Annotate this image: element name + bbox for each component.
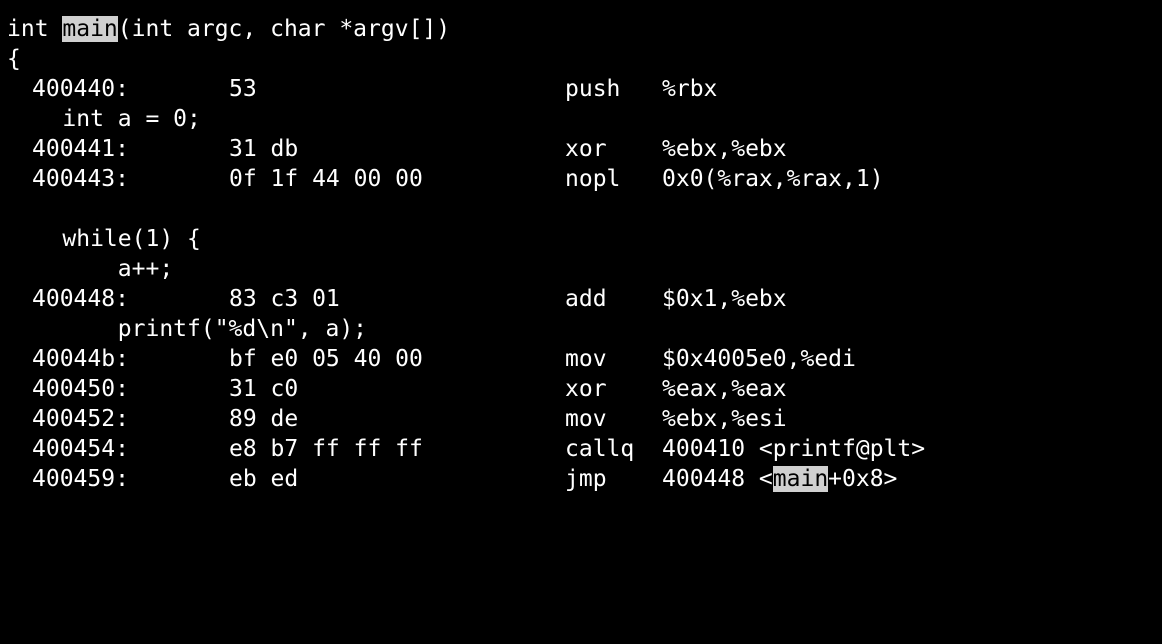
asm-mnemonic: mov — [565, 406, 607, 432]
signature-prefix: int — [7, 16, 63, 42]
asm-mnemonic: nopl — [565, 166, 621, 192]
asm-address: 400452: — [32, 406, 129, 432]
source-line-open-brace: { — [7, 46, 21, 72]
asm-line: 400454: e8 b7 ff ff ff callq 400410 <pri… — [0, 434, 1162, 464]
asm-operands: 400448 <main+0x8> — [662, 464, 897, 494]
signature-params: (int argc, char *argv[]) — [117, 16, 451, 42]
asm-operand-suffix: +0x8> — [828, 466, 898, 492]
asm-operands: $0x1,%ebx — [662, 286, 787, 312]
terminal-window[interactable]: int main(int argc, char *argv[]) { 40044… — [0, 0, 1162, 512]
asm-bytes: 31 db — [229, 136, 299, 162]
asm-operands: %ebx,%esi — [662, 406, 787, 432]
asm-address: 400448: — [32, 286, 129, 312]
asm-line: 400452: 89 de mov %ebx,%esi — [0, 404, 1162, 434]
asm-bytes: e8 b7 ff ff ff — [229, 436, 423, 462]
asm-operands: $0x4005e0,%edi — [662, 346, 856, 372]
asm-line: 400441: 31 db xor %ebx,%ebx — [0, 134, 1162, 164]
asm-operands: %ebx,%ebx — [662, 136, 787, 162]
asm-address: 400440: — [32, 76, 129, 102]
asm-mnemonic: add — [565, 286, 607, 312]
source-line-while: while(1) { — [7, 226, 201, 252]
search-highlight-main: main — [62, 16, 118, 42]
asm-mnemonic: push — [565, 76, 621, 102]
source-line-printf: printf("%d\n", a); — [7, 316, 368, 342]
asm-bytes: 0f 1f 44 00 00 — [229, 166, 423, 192]
asm-line: 400459: eb ed jmp 400448 <main+0x8> — [0, 464, 1162, 494]
asm-line: 400443: 0f 1f 44 00 00 nopl 0x0(%rax,%ra… — [0, 164, 1162, 194]
asm-address: 400441: — [32, 136, 129, 162]
source-line-increment: a++; — [7, 256, 174, 282]
asm-bytes: 53 — [229, 76, 257, 102]
asm-mnemonic: xor — [565, 136, 607, 162]
asm-bytes: 83 c3 01 — [229, 286, 340, 312]
asm-operands: %rbx — [662, 76, 718, 102]
asm-mnemonic: mov — [565, 346, 607, 372]
asm-line: 40044b: bf e0 05 40 00 mov $0x4005e0,%ed… — [0, 344, 1162, 374]
asm-address: 40044b: — [32, 346, 129, 372]
source-line-signature: int main(int argc, char *argv[]) — [7, 14, 450, 44]
asm-address: 400443: — [32, 166, 129, 192]
asm-mnemonic: callq — [565, 436, 635, 462]
asm-address: 400454: — [32, 436, 129, 462]
asm-operand-prefix: 400448 < — [662, 466, 773, 492]
asm-operands: 400410 <printf@plt> — [662, 436, 926, 462]
asm-bytes: 89 de — [229, 406, 299, 432]
asm-line: 400440: 53 push %rbx — [0, 74, 1162, 104]
asm-bytes: eb ed — [229, 466, 299, 492]
asm-mnemonic: xor — [565, 376, 607, 402]
asm-address: 400450: — [32, 376, 129, 402]
asm-bytes: bf e0 05 40 00 — [229, 346, 423, 372]
asm-line: 400448: 83 c3 01 add $0x1,%ebx — [0, 284, 1162, 314]
asm-mnemonic: jmp — [565, 466, 607, 492]
asm-operands: %eax,%eax — [662, 376, 787, 402]
asm-address: 400459: — [32, 466, 129, 492]
asm-bytes: 31 c0 — [229, 376, 299, 402]
search-highlight-main: main — [772, 466, 829, 492]
asm-line: 400450: 31 c0 xor %eax,%eax — [0, 374, 1162, 404]
asm-operands: 0x0(%rax,%rax,1) — [662, 166, 884, 192]
source-line-decl: int a = 0; — [7, 106, 201, 132]
